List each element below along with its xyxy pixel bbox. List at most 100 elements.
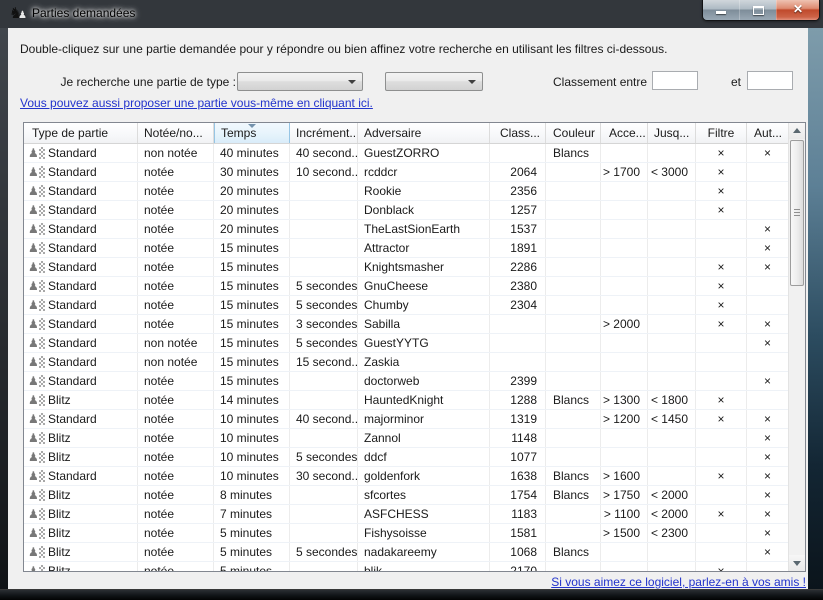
- header-time[interactable]: Temps: [214, 123, 290, 143]
- minimize-button[interactable]: [703, 0, 739, 20]
- game-type-dropdown[interactable]: [237, 72, 363, 91]
- accept-from-cell: > 1100: [601, 505, 648, 523]
- header-type[interactable]: Type de partie: [24, 123, 138, 143]
- auto-cell: [747, 201, 788, 219]
- chess-pawn-icon: ♟: [28, 147, 45, 160]
- share-software-link[interactable]: Si vous aimez ce logiciel, parlez-en à v…: [551, 575, 806, 589]
- header-accept-from[interactable]: Acce...: [601, 123, 648, 143]
- table-row[interactable]: ♟Standard notée 20 minutes Rookie 2356 ×: [24, 182, 788, 201]
- table-row[interactable]: ♟Blitz notée 14 minutes HauntedKnight 12…: [24, 391, 788, 410]
- color-cell: [546, 315, 601, 333]
- table-row[interactable]: ♟Standard notée 10 minutes 40 second... …: [24, 410, 788, 429]
- filter-cell: [696, 543, 747, 561]
- table-row[interactable]: ♟Standard notée 15 minutes Attractor 189…: [24, 239, 788, 258]
- increment-cell: [290, 220, 358, 238]
- rating-cell: 2170: [490, 562, 546, 571]
- scroll-up-button[interactable]: [789, 123, 805, 139]
- opponent-cell: Sabilla: [358, 315, 490, 333]
- table-row[interactable]: ♟Standard non notée 15 minutes 15 second…: [24, 353, 788, 372]
- table-row[interactable]: ♟Blitz notée 7 minutes ASFCHESS 1183 > 1…: [24, 505, 788, 524]
- header-up-to[interactable]: Jusq...: [648, 123, 696, 143]
- chess-pawn-icon: ♟: [28, 223, 45, 236]
- table-row[interactable]: ♟Blitz notée 5 minutes Fishysoisse 1581 …: [24, 524, 788, 543]
- table-row[interactable]: ♟Standard notée 10 minutes 30 second... …: [24, 467, 788, 486]
- propose-game-link[interactable]: Vous pouvez aussi proposer une partie vo…: [20, 96, 373, 110]
- chevron-down-icon: [468, 80, 476, 84]
- rated-cell: non notée: [138, 144, 214, 162]
- opponent-cell: GuestZORRO: [358, 144, 490, 162]
- table-row[interactable]: ♟Blitz notée 10 minutes Zannol 1148 ×: [24, 429, 788, 448]
- table-row[interactable]: ♟Standard notée 20 minutes Donblack 1257…: [24, 201, 788, 220]
- color-cell: [546, 505, 601, 523]
- chess-pawn-icon: ♟: [28, 185, 45, 198]
- type-cell: ♟Standard: [24, 182, 138, 200]
- rating-max-input[interactable]: [747, 71, 793, 90]
- increment-cell: 5 secondes: [290, 334, 358, 352]
- table-row[interactable]: ♟Standard notée 15 minutes 3 secondes Sa…: [24, 315, 788, 334]
- time-cell: 10 minutes: [214, 410, 290, 428]
- header-color[interactable]: Couleur: [546, 123, 601, 143]
- filter-cell: [696, 353, 747, 371]
- app-window: ♞ ♟ Parties demandées Double-cliquez sur…: [0, 0, 823, 600]
- table-row[interactable]: ♟Blitz notée 5 minutes 5 secondes nadaka…: [24, 543, 788, 562]
- scroll-down-button[interactable]: [789, 555, 805, 571]
- table-row[interactable]: ♟Blitz notée 10 minutes 5 secondes ddcf …: [24, 448, 788, 467]
- header-increment[interactable]: Incrément...: [290, 123, 358, 143]
- rating-cell: 2286: [490, 258, 546, 276]
- scrollbar-thumb[interactable]: [790, 140, 804, 286]
- table-row[interactable]: ♟Blitz notée 8 minutes sfcortes 1754 Bla…: [24, 486, 788, 505]
- rated-cell: notée: [138, 543, 214, 561]
- increment-cell: [290, 505, 358, 523]
- auto-cell: [747, 562, 788, 571]
- accept-from-cell: [601, 429, 648, 447]
- rating-min-input[interactable]: [652, 71, 698, 90]
- increment-cell: 3 secondes: [290, 315, 358, 333]
- increment-cell: 40 second...: [290, 410, 358, 428]
- table-row[interactable]: ♟Standard notée 15 minutes 5 secondes Ch…: [24, 296, 788, 315]
- table-row[interactable]: ♟Standard notée 15 minutes 5 secondes Gn…: [24, 277, 788, 296]
- table-row[interactable]: ♟Blitz notée 5 minutes blik 2170 ×: [24, 562, 788, 571]
- header-filter[interactable]: Filtre: [696, 123, 747, 143]
- opponent-cell: ASFCHESS: [358, 505, 490, 523]
- header-rated[interactable]: Notée/no...: [138, 123, 214, 143]
- opponent-cell: GnuCheese: [358, 277, 490, 295]
- rating-cell: 1638: [490, 467, 546, 485]
- filter-cell: ×: [696, 562, 747, 571]
- time-cell: 15 minutes: [214, 258, 290, 276]
- time-cell: 40 minutes: [214, 144, 290, 162]
- window-border-bottom: [0, 589, 823, 600]
- rating-cell: 2399: [490, 372, 546, 390]
- opponent-cell: Knightsmasher: [358, 258, 490, 276]
- type-cell: ♟Blitz: [24, 562, 138, 571]
- rating-cell: 1288: [490, 391, 546, 409]
- table-row[interactable]: ♟Standard notée 30 minutes 10 second... …: [24, 163, 788, 182]
- rating-cell: 2356: [490, 182, 546, 200]
- table-row[interactable]: ♟Standard non notée 15 minutes 5 seconde…: [24, 334, 788, 353]
- table-row[interactable]: ♟Standard notée 15 minutes Knightsmasher…: [24, 258, 788, 277]
- rated-cell: notée: [138, 505, 214, 523]
- maximize-button[interactable]: [739, 0, 776, 20]
- table-row[interactable]: ♟Standard notée 15 minutes doctorweb 239…: [24, 372, 788, 391]
- table-row[interactable]: ♟Standard non notée 40 minutes 40 second…: [24, 144, 788, 163]
- chess-pawn-icon: ♟: [28, 565, 45, 572]
- header-opponent[interactable]: Adversaire: [358, 123, 490, 143]
- filter-cell: ×: [696, 258, 747, 276]
- accept-from-cell: [601, 543, 648, 561]
- filter-cell: [696, 524, 747, 542]
- filter-cell: ×: [696, 201, 747, 219]
- header-rating[interactable]: Class...: [490, 123, 546, 143]
- close-button[interactable]: [776, 0, 819, 20]
- time-cell: 5 minutes: [214, 543, 290, 561]
- opponent-cell: Chumby: [358, 296, 490, 314]
- type-cell: ♟Blitz: [24, 505, 138, 523]
- auto-cell: ×: [747, 239, 788, 257]
- rating-cell: 2380: [490, 277, 546, 295]
- secondary-dropdown[interactable]: [385, 72, 483, 91]
- header-auto[interactable]: Aut...: [747, 123, 788, 143]
- color-cell: Blancs: [546, 144, 601, 162]
- vertical-scrollbar[interactable]: [788, 123, 805, 571]
- time-cell: 15 minutes: [214, 296, 290, 314]
- filter-cell: [696, 429, 747, 447]
- time-cell: 10 minutes: [214, 448, 290, 466]
- table-row[interactable]: ♟Standard notée 20 minutes TheLastSionEa…: [24, 220, 788, 239]
